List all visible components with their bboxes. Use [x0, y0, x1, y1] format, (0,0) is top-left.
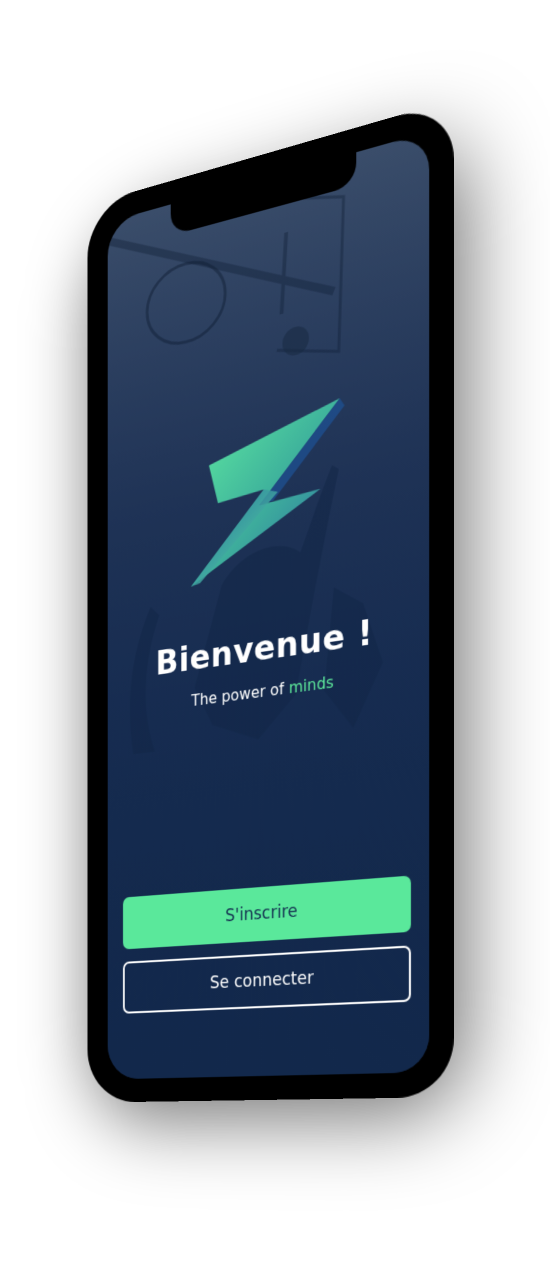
phone-mockup: Bienvenue ! The power of minds S'inscrir… — [87, 99, 454, 1103]
z-logo-icon — [191, 397, 345, 587]
stage: Bienvenue ! The power of minds S'inscrir… — [0, 0, 550, 1277]
app-screen: Bienvenue ! The power of minds S'inscrir… — [107, 131, 430, 1080]
